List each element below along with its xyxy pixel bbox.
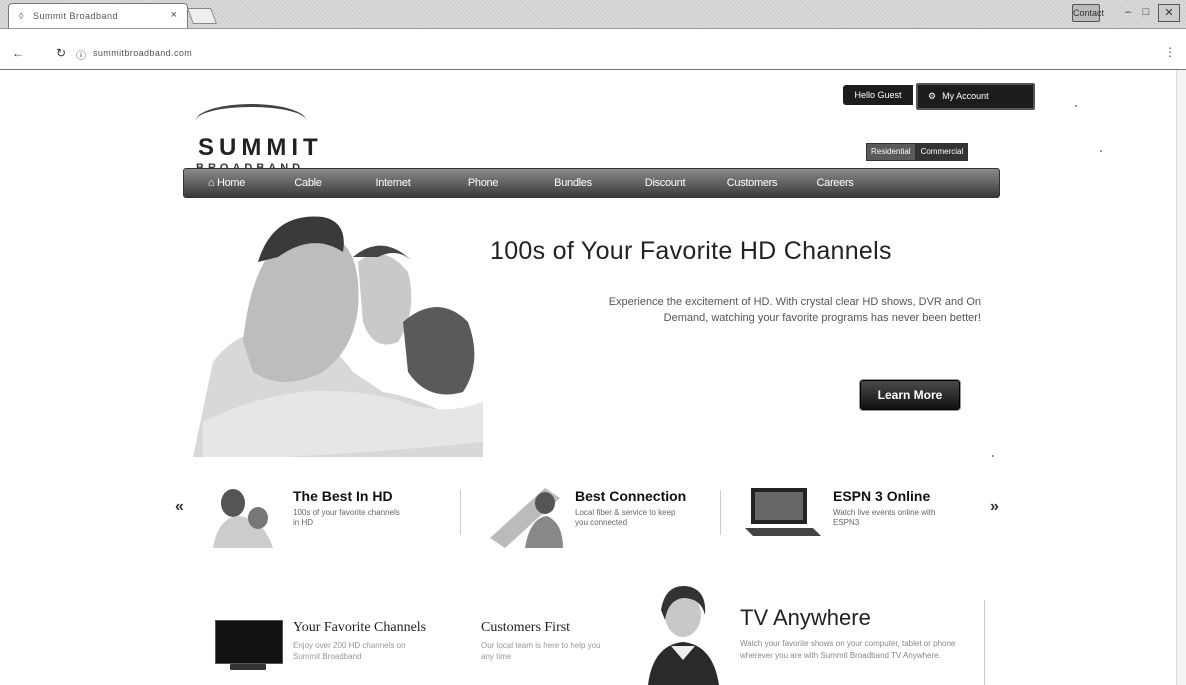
page-scrollbar[interactable] [1176,70,1186,685]
customer-type-toggle: Residential Commercial [866,143,969,161]
close-window-button[interactable]: ✕ [1158,4,1180,22]
nav-discount[interactable]: Discount [619,177,711,189]
promo-divider [720,490,721,535]
technician-image [490,488,563,548]
feature-favorite-channels[interactable]: Your Favorite Channels Enjoy over 200 HD… [293,620,426,662]
nav-cable[interactable]: Cable [269,177,347,189]
feature-body: Enjoy over 200 HD channels on Summit Bro… [293,641,406,661]
feature-heading: Your Favorite Channels [293,620,427,635]
scan-speck [992,455,994,457]
tab-close-icon[interactable]: × [171,9,177,21]
nav-phone[interactable]: Phone [439,177,527,189]
hero-description: Experience the excitement of HD. With cr… [608,296,981,324]
scan-speck [1075,105,1077,107]
page-info-icon[interactable]: ⓘ [76,47,86,62]
main-nav: ⌂ Home Cable Internet Phone Bundles Disc… [183,168,1000,198]
back-arrow-icon[interactable]: ← [12,46,24,60]
reload-icon[interactable]: ↻ [56,46,66,60]
address-input[interactable]: summitbroadband.com [93,48,192,58]
tv-stand-image [230,664,266,670]
hero-title: 100s of Your Favorite HD Channels [490,237,892,265]
promo-body: Watch live events online with ESPN3 [833,508,936,527]
gear-icon: ⚙ [928,91,937,101]
maximize-button[interactable]: □ [1140,4,1152,20]
promo-body: Local fiber & service to keep you connec… [575,508,676,527]
nav-careers[interactable]: Careers [793,177,877,189]
window-contact-button[interactable]: Contact [1072,4,1104,22]
tv-anywhere-heading: TV Anywhere [740,605,871,630]
promo-espn3[interactable]: ESPN 3 Online Watch live events online w… [743,478,983,548]
new-tab-button[interactable] [187,8,217,24]
promo-body: 100s of your favorite channels in HD [293,508,400,527]
summit-logo[interactable]: SUMMIT BROADBAND [192,100,362,174]
support-agent-image [648,585,719,685]
nav-bundles[interactable]: Bundles [527,177,619,189]
nav-home[interactable]: ⌂ Home [184,177,269,189]
carousel-next-icon[interactable]: » [990,498,999,516]
my-account-button[interactable]: ⚙ My Account [916,83,1035,110]
tv-screen-image [215,620,283,664]
web-page: SUMMIT BROADBAND Hello Guest ⚙ My Account… [0,70,1186,685]
promo-carousel: « The Best In HD 100s of your favorite c… [175,470,1005,560]
promo-divider [460,490,461,535]
logo-wordmark: SUMMIT [198,134,323,161]
promo-best-in-hd[interactable]: The Best In HD 100s of your favorite cha… [203,478,433,548]
scan-speck [1100,150,1102,152]
feature-body: Our local team is here to help you any t… [481,641,601,661]
learn-more-button[interactable]: Learn More [860,380,960,410]
carousel-prev-icon[interactable]: « [175,498,184,516]
hero-banner: 100s of Your Favorite HD Channels Experi… [183,202,998,457]
browser-titlebar: ◊ Summit Broadband × Contact – □ ✕ [0,0,1186,29]
hd-viewers-image [213,489,273,548]
promo-heading: The Best In HD [293,488,393,504]
address-bar-row: ← ↻ ⓘ summitbroadband.com ⋮ [0,29,1186,70]
feature-row: Your Favorite Channels Enjoy over 200 HD… [183,580,998,685]
commercial-tab[interactable]: Commercial [915,143,969,161]
browser-tab[interactable]: ◊ Summit Broadband × [8,3,188,28]
hello-guest-label: Hello Guest [843,85,913,105]
residential-tab[interactable]: Residential [866,143,916,161]
logo-swoosh-icon [196,104,306,137]
couple-photo-image [183,202,483,457]
promo-best-connection[interactable]: Best Connection Local fiber & service to… [485,478,715,548]
feature-heading: Customers First [481,620,571,635]
minimize-button[interactable]: – [1122,4,1134,20]
feature-customers-first[interactable]: Customers First Our local team is here t… [481,620,606,662]
nav-internet[interactable]: Internet [347,177,439,189]
section-divider [984,600,985,685]
tab-title: Summit Broadband [33,11,119,21]
promo-heading: ESPN 3 Online [833,488,931,504]
nav-customers[interactable]: Customers [711,177,793,189]
browser-menu-icon[interactable]: ⋮ [1164,45,1176,59]
my-account-label: My Account [942,91,989,101]
promo-heading: Best Connection [575,488,687,504]
laptop-image [745,488,821,536]
page-favicon-icon: ◊ [19,11,24,21]
tv-anywhere-body: Watch your favorite shows on your comput… [740,639,956,660]
